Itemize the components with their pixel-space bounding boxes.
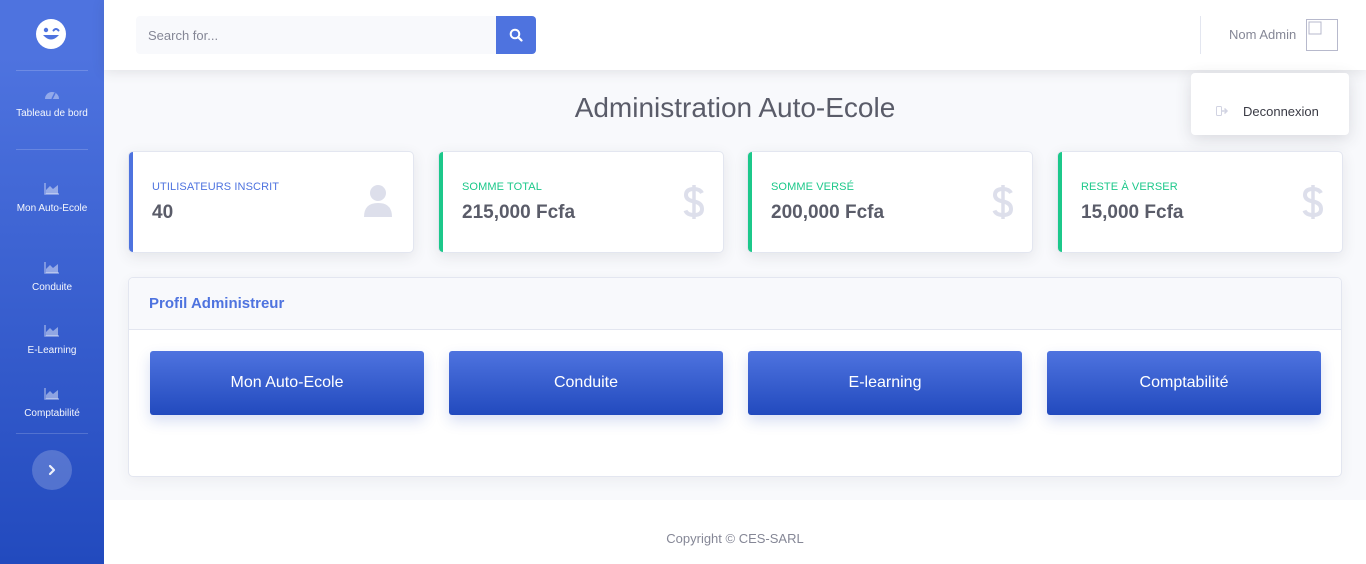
search-input[interactable] xyxy=(136,16,496,54)
chart-area-icon xyxy=(44,325,59,337)
sidebar-item-e-learning[interactable]: E-Learning xyxy=(0,325,104,358)
sidebar-divider xyxy=(16,70,88,71)
chart-area-icon xyxy=(44,388,59,400)
tachometer-icon xyxy=(45,92,59,100)
dollar-icon xyxy=(1302,185,1324,219)
panel-header: Profil Administreur xyxy=(129,278,1341,330)
sidebar: Tableau de bord Mon Auto-Ecole Conduite … xyxy=(0,0,104,564)
comptabilite-button[interactable]: Comptabilité xyxy=(1047,351,1321,415)
broken-image-icon xyxy=(1308,21,1322,35)
card-accent-bar xyxy=(1058,152,1062,252)
sidebar-item-label: E-Learning xyxy=(27,345,77,356)
card-value: 215,000 Fcfa xyxy=(462,202,576,223)
sidebar-item-label: Comptabilité xyxy=(24,408,80,419)
mon-auto-ecole-button[interactable]: Mon Auto-Ecole xyxy=(150,351,424,415)
card-value: 40 xyxy=(152,202,174,223)
e-learning-button[interactable]: E-learning xyxy=(748,351,1022,415)
sidebar-divider xyxy=(16,149,88,150)
user-icon xyxy=(364,185,392,217)
stat-card-somme-total: Somme total 215,000 Fcfa xyxy=(438,151,724,253)
profile-panel: Profil Administreur Mon Auto-Ecole Condu… xyxy=(128,277,1342,477)
user-name[interactable]: Nom Admin xyxy=(1229,27,1296,42)
chevron-right-icon xyxy=(48,464,56,476)
search-icon xyxy=(509,28,523,42)
panel-title: Profil Administreur xyxy=(149,295,285,312)
stat-card-reste-a-verser: Reste à verser 15,000 Fcfa xyxy=(1057,151,1343,253)
stat-card-somme-verse: Somme versé 200,000 Fcfa xyxy=(747,151,1033,253)
footer: Copyright © CES-SARL xyxy=(104,500,1366,564)
page-title: Administration Auto-Ecole xyxy=(574,92,896,123)
sidebar-item-comptabilite[interactable]: Comptabilité xyxy=(0,388,104,421)
chart-area-icon xyxy=(44,183,59,195)
card-label: Somme total xyxy=(462,181,542,193)
avatar[interactable] xyxy=(1306,19,1338,51)
copyright-text: Copyright © CES-SARL xyxy=(666,531,804,546)
sidebar-divider xyxy=(16,433,88,434)
card-value: 200,000 Fcfa xyxy=(771,202,885,223)
stat-card-users: Utilisateurs inscrit 40 xyxy=(128,151,414,253)
sidebar-item-label: Tableau de bord xyxy=(16,108,88,119)
card-accent-bar xyxy=(748,152,752,252)
topbar-divider xyxy=(1200,16,1201,54)
dollar-icon xyxy=(992,185,1014,219)
card-label: Utilisateurs inscrit xyxy=(152,181,280,193)
sidebar-item-conduite[interactable]: Conduite xyxy=(0,262,104,295)
card-label: Somme versé xyxy=(771,181,855,193)
search-form xyxy=(136,16,536,54)
card-accent-bar xyxy=(129,152,133,252)
dollar-icon xyxy=(683,185,705,219)
sidebar-item-tableau-de-bord[interactable]: Tableau de bord xyxy=(0,88,104,121)
sidebar-item-mon-auto-ecole[interactable]: Mon Auto-Ecole xyxy=(0,183,104,216)
chart-area-icon xyxy=(44,262,59,274)
sidebar-item-label: Mon Auto-Ecole xyxy=(16,203,88,214)
search-button[interactable] xyxy=(496,16,536,54)
card-label: Reste à verser xyxy=(1081,181,1178,193)
conduite-button[interactable]: Conduite xyxy=(449,351,723,415)
sidebar-item-label: Conduite xyxy=(31,282,73,293)
topbar: Nom Admin xyxy=(104,0,1366,70)
card-accent-bar xyxy=(439,152,443,252)
laugh-wink-logo-icon[interactable] xyxy=(35,18,67,50)
sidebar-toggle-button[interactable] xyxy=(32,450,72,490)
card-value: 15,000 Fcfa xyxy=(1081,202,1184,223)
